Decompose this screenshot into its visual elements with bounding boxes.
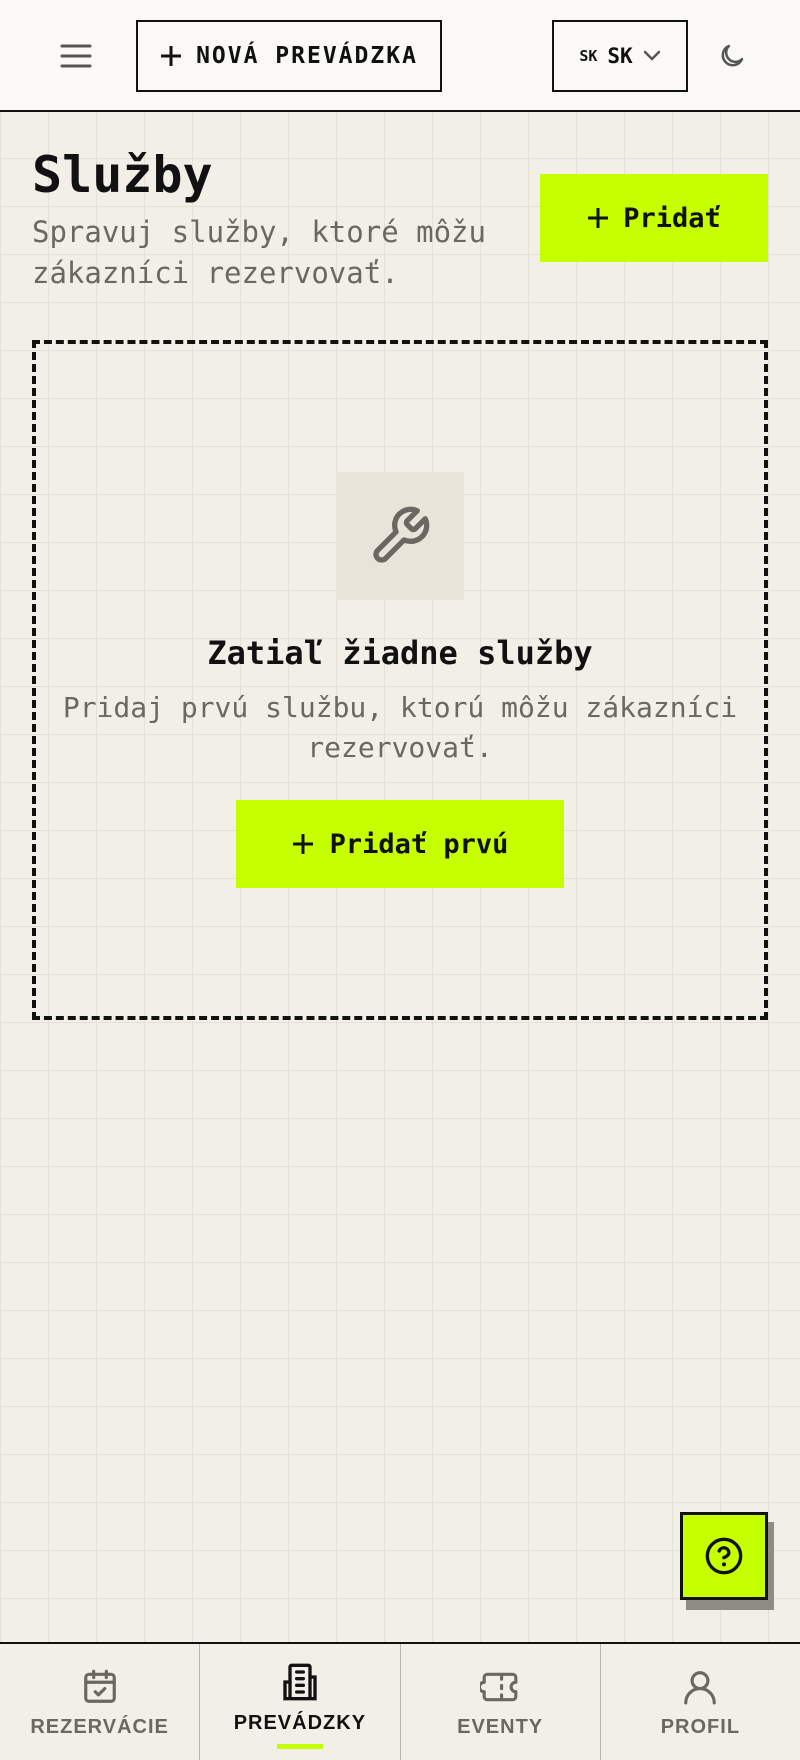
plus-icon xyxy=(292,834,313,854)
hamburger-icon xyxy=(60,44,92,68)
top-bar: NOVÁ PREVÁDZKA SK SK xyxy=(0,0,800,112)
menu-button[interactable] xyxy=(56,38,96,74)
empty-state-panel xyxy=(32,340,768,1020)
language-code: SK xyxy=(607,44,633,68)
new-venue-label: NOVÁ PREVÁDZKA xyxy=(196,43,418,69)
nav-item-venues[interactable]: PREVÁDZKY xyxy=(200,1644,401,1760)
page-title: Služby xyxy=(32,146,213,204)
chevron-down-icon xyxy=(643,50,660,61)
nav-item-profile[interactable]: PROFIL xyxy=(601,1644,800,1760)
help-button[interactable] xyxy=(680,1512,768,1600)
nav-label-profile: PROFIL xyxy=(660,1716,741,1738)
calendar-check-icon xyxy=(83,1669,116,1703)
empty-state-icon-box xyxy=(336,472,464,600)
language-flag: SK xyxy=(579,47,598,65)
add-service-label: Pridať xyxy=(623,202,721,234)
page-subtitle: Spravuj služby, ktoré môžu zákazníci rez… xyxy=(32,215,486,290)
active-nav-indicator xyxy=(276,1744,323,1749)
language-select[interactable]: SK SK xyxy=(552,20,688,92)
user-icon xyxy=(684,1671,717,1705)
bottom-nav: REZERVÁCIE PREVÁDZKY EVENTY PROFIL xyxy=(0,1642,800,1760)
empty-state-title: Zatiaľ žiadne služby xyxy=(207,634,593,672)
add-service-button[interactable]: Pridať xyxy=(540,174,768,262)
moon-icon xyxy=(721,44,744,67)
ticket-icon xyxy=(480,1672,518,1702)
building-icon xyxy=(283,1663,317,1701)
plus-icon xyxy=(161,46,182,66)
wrench-icon xyxy=(373,506,430,563)
plus-icon xyxy=(588,208,609,228)
nav-item-events[interactable]: EVENTY xyxy=(401,1644,601,1760)
nav-item-reservations[interactable]: REZERVÁCIE xyxy=(0,1644,201,1760)
nav-label-events: EVENTY xyxy=(457,1716,544,1738)
new-venue-button[interactable]: NOVÁ PREVÁDZKA xyxy=(136,20,442,92)
add-first-service-label: Pridať prvú xyxy=(329,828,509,860)
nav-label-reservations: REZERVÁCIE xyxy=(30,1716,169,1738)
add-first-service-button[interactable]: Pridať prvú xyxy=(236,800,564,888)
theme-toggle-button[interactable] xyxy=(714,38,750,74)
empty-state-description: Pridaj prvú službu, ktorú môžu zákazníci… xyxy=(62,691,738,764)
help-circle-icon xyxy=(705,1537,743,1575)
nav-label-venues: PREVÁDZKY xyxy=(233,1712,367,1734)
